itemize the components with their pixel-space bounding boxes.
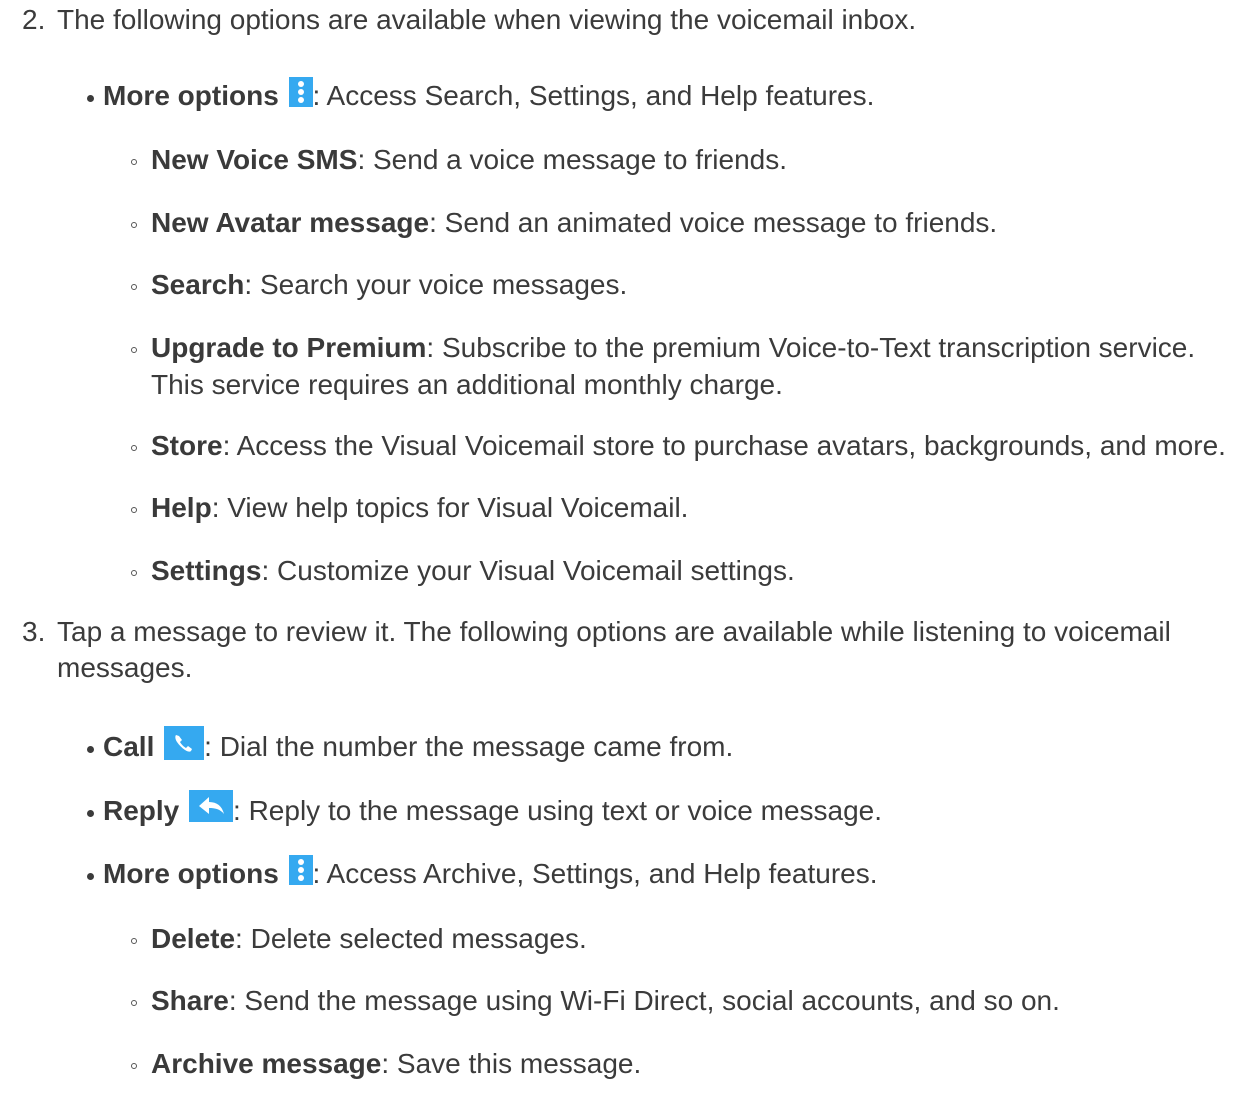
item-desc: : Send an animated voice message to frie…: [429, 207, 998, 238]
list-item-call: Call : Dial the number the message came …: [103, 726, 734, 764]
item-label: Settings: [151, 555, 262, 586]
item-desc: : Save this message.: [381, 1048, 642, 1079]
item-label: Help: [151, 492, 212, 523]
item-label: Call: [103, 731, 155, 762]
sub-bullet: [131, 1063, 137, 1069]
sub-bullet: [131, 507, 137, 513]
step-text-continuation: messages.: [57, 652, 193, 683]
list-item: Settings: Customize your Visual Voicemai…: [151, 554, 795, 588]
list-item: Delete: Delete selected messages.: [151, 922, 587, 956]
bullet: [87, 95, 94, 102]
list-item-reply: Reply : Reply to the message using text …: [103, 790, 883, 828]
item-desc: : Delete selected messages.: [235, 923, 587, 954]
item-label: Archive message: [151, 1048, 382, 1079]
item-label: More options: [103, 858, 279, 889]
item-label: Delete: [151, 923, 236, 954]
reply-icon: [189, 790, 234, 822]
list-item-more-options: More options : Access Search, Settings, …: [103, 77, 875, 113]
item-label: Upgrade to Premium: [151, 332, 427, 363]
list-item: Store: Access the Visual Voicemail store…: [151, 429, 1226, 463]
step-text: Tap a message to review it. The followin…: [57, 616, 1171, 647]
item-desc: : Search your voice messages.: [244, 269, 628, 300]
sub-bullet: [131, 570, 137, 576]
sub-bullet: [131, 1000, 137, 1006]
item-label: More options: [103, 80, 279, 111]
item-label: New Voice SMS: [151, 144, 358, 175]
item-desc: : Reply to the message using text or voi…: [233, 795, 883, 826]
item-desc: : View help topics for Visual Voicemail.: [211, 492, 689, 523]
item-label: Store: [151, 430, 223, 461]
sub-bullet: [131, 445, 137, 451]
item-label: Reply: [103, 795, 180, 826]
item-desc: : Send the message using Wi-Fi Direct, s…: [228, 985, 1060, 1016]
sub-bullet: [131, 222, 137, 228]
item-desc: : Send a voice message to friends.: [357, 144, 788, 175]
list-item: Search: Search your voice messages.: [151, 268, 627, 302]
list-item: Share: Send the message using Wi-Fi Dire…: [151, 984, 1060, 1018]
sub-bullet: [131, 347, 137, 353]
step-text: The following options are available when…: [57, 4, 917, 35]
phone-icon: [164, 726, 205, 760]
item-label: New Avatar message: [151, 207, 430, 238]
sub-bullet: [131, 159, 137, 165]
item-desc: : Access the Visual Voicemail store to p…: [222, 430, 1226, 461]
item-desc: : Customize your Visual Voicemail settin…: [261, 555, 795, 586]
item-label: Share: [151, 985, 229, 1016]
item-desc: : Subscribe to the premium Voice-to-Text…: [426, 332, 1196, 363]
list-item-more-options: More options : Access Archive, Settings,…: [103, 855, 878, 891]
bullet: [87, 873, 94, 880]
list-item: Archive message: Save this message.: [151, 1047, 641, 1081]
more-vert-icon: [288, 855, 313, 885]
sub-bullet: [131, 284, 137, 290]
more-vert-icon: [288, 77, 313, 107]
list-item-continuation: This service requires an additional mont…: [151, 369, 783, 400]
list-item: New Avatar message: Send an animated voi…: [151, 206, 997, 240]
list-item: Help: View help topics for Visual Voicem…: [151, 491, 688, 525]
item-label: Search: [151, 269, 245, 300]
step-number: 2.: [22, 4, 46, 35]
item-desc: : Access Archive, Settings, and Help fea…: [312, 858, 878, 889]
step-number: 3.: [22, 616, 46, 647]
sub-bullet: [131, 938, 137, 944]
bullet: [87, 810, 94, 817]
item-desc: : Access Search, Settings, and Help feat…: [312, 80, 875, 111]
item-desc: : Dial the number the message came from.: [204, 731, 734, 762]
bullet: [87, 746, 94, 753]
list-item: Upgrade to Premium: Subscribe to the pre…: [151, 331, 1195, 365]
list-item: New Voice SMS: Send a voice message to f…: [151, 143, 787, 177]
